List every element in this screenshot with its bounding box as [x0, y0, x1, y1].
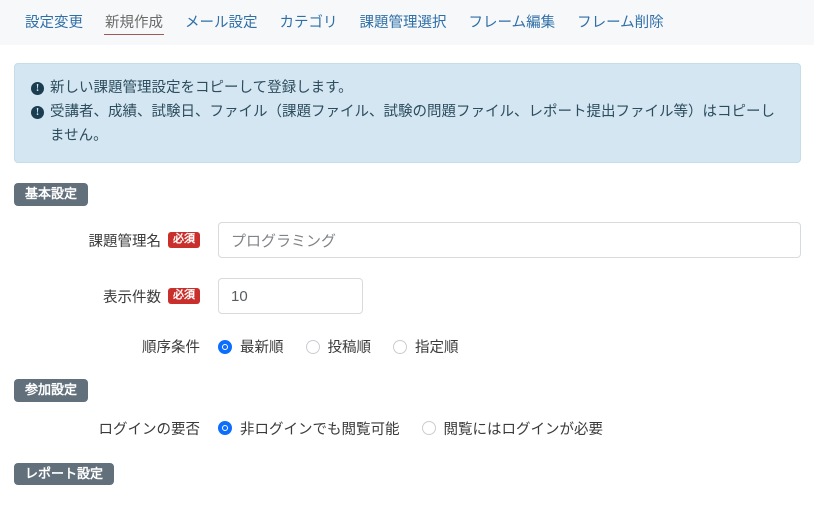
control-order-condition: 最新順 投稿順 指定順	[218, 336, 459, 357]
radio-order-posted[interactable]: 投稿順	[305, 336, 372, 357]
alert-text: 受講者、成績、試験日、ファイル（課題ファイル、試験の問題ファイル、レポート提出フ…	[50, 104, 775, 144]
alert-text: 新しい課題管理設定をコピーして登録します。	[50, 80, 353, 96]
nav-tab-mail-settings[interactable]: メール設定	[174, 4, 269, 42]
radio-label: 閲覧にはログインが必要	[443, 421, 604, 438]
radio-label: 非ログインでも閲覧可能	[240, 421, 400, 438]
radio-order-specified[interactable]: 指定順	[393, 336, 459, 357]
radio-dot-icon	[218, 421, 232, 436]
alert-line: ! 新しい課題管理設定をコピーして登録します。	[31, 77, 784, 100]
main-nav: 設定変更 新規作成 メール設定 カテゴリ 課題管理選択 フレーム編集 フレーム削…	[0, 0, 814, 45]
label-display-count: 表示件数 必須	[0, 286, 200, 307]
nav-tab-frame-delete[interactable]: フレーム削除	[566, 4, 675, 42]
label-assignment-name: 課題管理名 必須	[0, 230, 200, 251]
radio-dot-icon	[305, 339, 320, 354]
radio-label: 投稿順	[327, 340, 372, 357]
assignment-name-input[interactable]	[218, 222, 801, 259]
label-text: 課題管理名	[88, 233, 162, 250]
section-header-basic: 基本設定	[14, 183, 89, 207]
label-text: 表示件数	[103, 289, 161, 306]
section-header-join: 参加設定	[14, 379, 89, 402]
display-count-input[interactable]	[218, 278, 363, 315]
radio-dot-icon	[218, 339, 232, 354]
nav-tab-assignment-select[interactable]: 課題管理選択	[349, 4, 458, 42]
label-text: 順序条件	[142, 340, 200, 357]
nav-tab-frame-edit[interactable]: フレーム編集	[458, 4, 567, 42]
label-text: ログインの要否	[98, 421, 201, 438]
radio-login-required[interactable]: 閲覧にはログインが必要	[421, 418, 604, 439]
section-header-report: レポート設定	[14, 462, 115, 486]
form-row-order-condition: 順序条件 最新順 投稿順 指定順	[0, 336, 814, 357]
required-badge: 必須	[168, 288, 200, 305]
label-order-condition: 順序条件	[0, 336, 200, 357]
radio-login-not-required[interactable]: 非ログインでも閲覧可能	[218, 418, 400, 439]
radio-label: 最新順	[240, 340, 284, 357]
control-login-requirement: 非ログインでも閲覧可能 閲覧にはログインが必要	[218, 418, 603, 439]
form-row-login-requirement: ログインの要否 非ログインでも閲覧可能 閲覧にはログインが必要	[0, 418, 814, 439]
radio-order-latest[interactable]: 最新順	[218, 336, 284, 357]
radio-dot-icon	[421, 421, 436, 436]
radio-group-login-requirement: 非ログインでも閲覧可能 閲覧にはログインが必要	[218, 418, 603, 439]
nav-tab-new-create[interactable]: 新規作成	[94, 4, 174, 42]
nav-tab-category[interactable]: カテゴリ	[269, 4, 349, 42]
radio-group-order-condition: 最新順 投稿順 指定順	[218, 336, 459, 357]
form-row-display-count: 表示件数 必須	[0, 278, 814, 315]
exclamation-circle-icon: !	[31, 82, 44, 95]
control-assignment-name	[218, 222, 801, 259]
control-display-count	[218, 278, 363, 315]
nav-tab-settings-change[interactable]: 設定変更	[14, 4, 94, 42]
form-row-assignment-name: 課題管理名 必須	[0, 222, 814, 259]
radio-dot-icon	[393, 339, 407, 354]
radio-label: 指定順	[415, 340, 459, 357]
alert-line: ! 受講者、成績、試験日、ファイル（課題ファイル、試験の問題ファイル、レポート提…	[31, 101, 784, 148]
label-login-requirement: ログインの要否	[0, 418, 201, 439]
required-badge: 必須	[168, 232, 200, 249]
info-alert: ! 新しい課題管理設定をコピーして登録します。 ! 受講者、成績、試験日、ファイ…	[14, 63, 801, 164]
exclamation-circle-icon: !	[31, 106, 44, 120]
